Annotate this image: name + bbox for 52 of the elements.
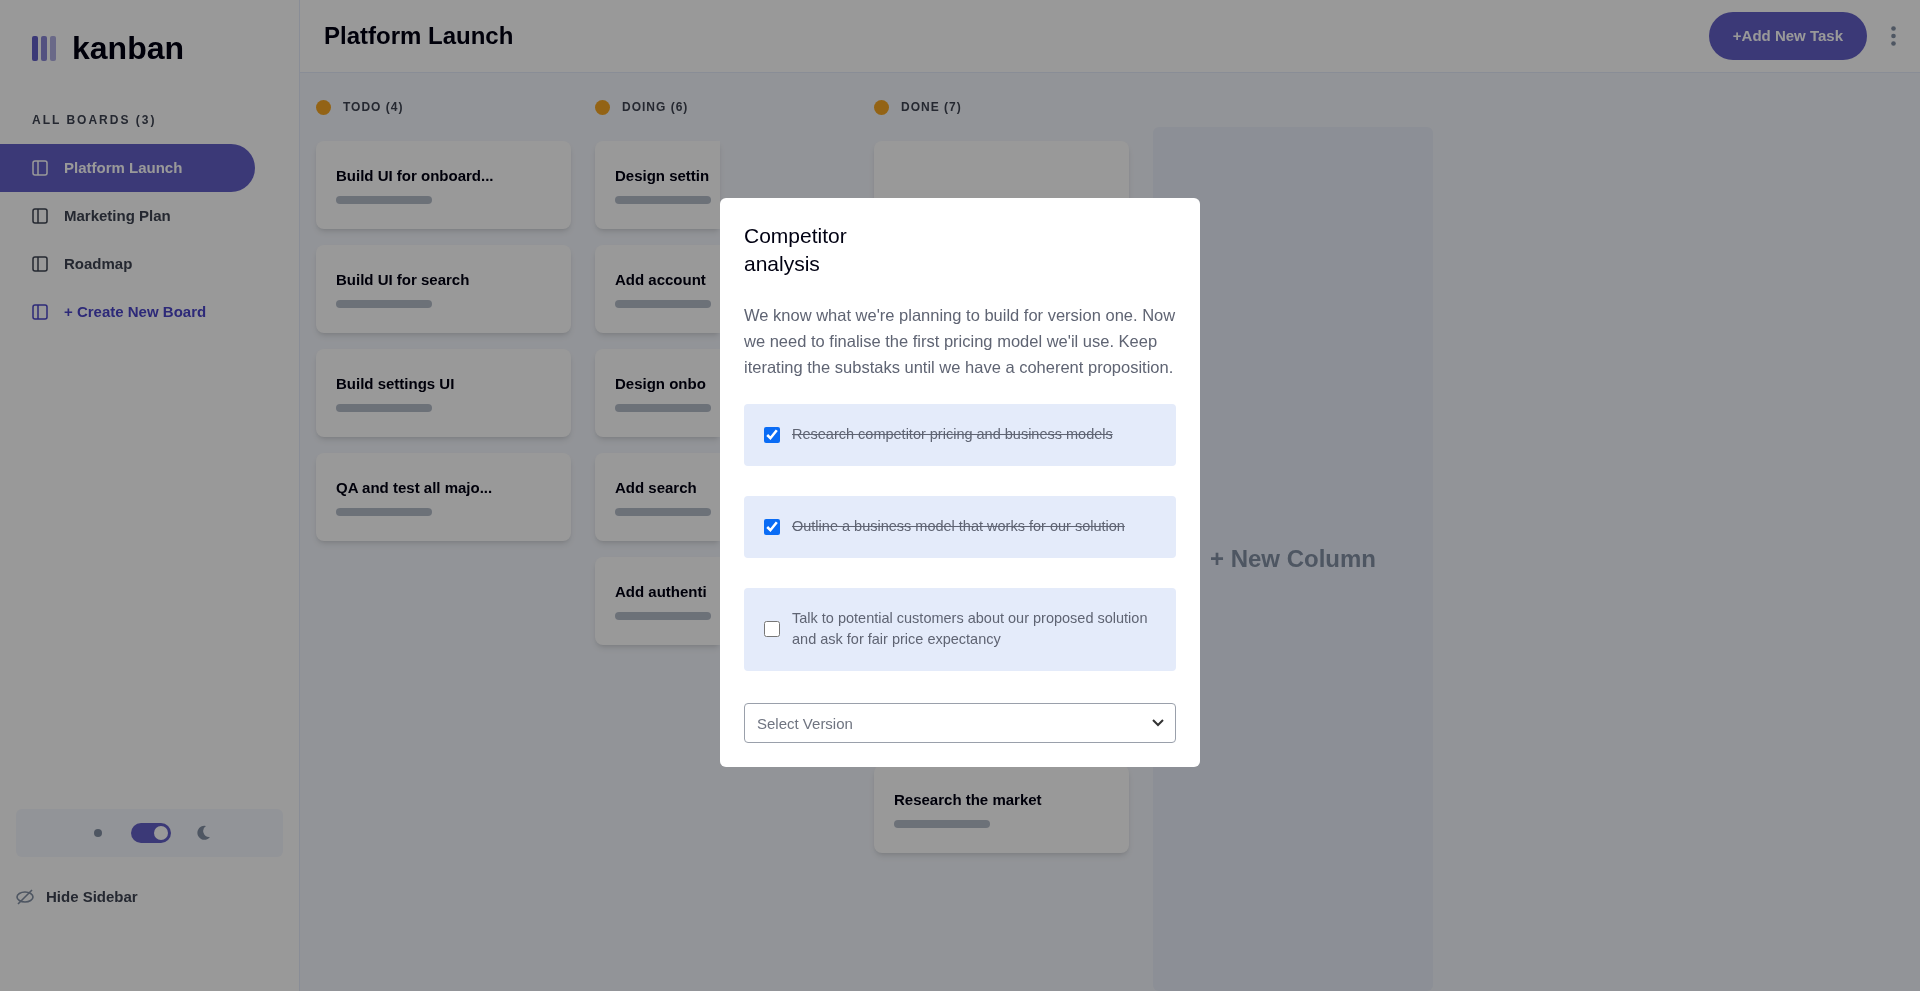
task-card[interactable]: QA and test all majo... <box>316 453 571 541</box>
add-task-button[interactable]: +Add New Task <box>1708 12 1867 60</box>
card-title: Build UI for onboard... <box>336 166 495 186</box>
subtask-checkbox[interactable] <box>764 518 780 535</box>
board-icon <box>32 256 48 272</box>
card-title: Build settings UI <box>336 374 456 394</box>
card-title: Design onbo <box>615 374 707 394</box>
more-options-icon[interactable] <box>1891 26 1896 46</box>
task-card[interactable]: Add search <box>595 453 720 541</box>
dialog-title: Competitor analysis <box>744 223 848 277</box>
status-select[interactable]: Select Version <box>744 703 1176 743</box>
column-heading: DONE (7) <box>901 99 962 115</box>
moon-icon <box>194 825 211 841</box>
task-card[interactable]: Design settin <box>595 141 720 229</box>
hide-sidebar-button[interactable]: Hide Sidebar <box>0 873 299 921</box>
task-card[interactable]: Add account <box>595 245 720 333</box>
board-item[interactable]: Marketing Plan <box>0 192 255 240</box>
task-card[interactable]: Research the market <box>874 765 1129 853</box>
board-item[interactable]: Roadmap <box>0 240 255 288</box>
subtask-label: Research competitor pricing and business models <box>792 425 1113 444</box>
theme-toggle[interactable] <box>130 823 171 843</box>
subtask-item[interactable]: Outline a business model that works for our solution <box>744 495 1176 558</box>
subtask-item[interactable]: Talk to potential customers about our proposed solution and ask for fair price expectancy <box>744 587 1176 671</box>
logo-text: kanban <box>72 29 185 68</box>
task-card[interactable]: Build UI for onboard... <box>316 141 571 229</box>
subtask-item[interactable]: Research competitor pricing and business models <box>744 404 1176 466</box>
task-card[interactable]: Build settings UI <box>316 349 571 437</box>
subtask-label: Talk to potential customers about our proposed solution and ask for fair price expectancy <box>792 608 1149 650</box>
eye-slash-icon <box>16 889 34 905</box>
subtask-checkbox[interactable] <box>764 426 780 443</box>
card-title: QA and test all majo... <box>336 478 494 498</box>
board-icon <box>32 304 48 320</box>
column-heading: DOING (6) <box>622 99 689 115</box>
card-title: Research the market <box>894 790 1043 810</box>
subtask-checkbox[interactable] <box>764 621 780 638</box>
card-title: Add account <box>615 270 707 290</box>
chevron-down-icon <box>1152 719 1164 727</box>
card-title: Design settin <box>615 166 711 186</box>
card-title: Add authenti <box>615 582 708 602</box>
card-title: Build UI for search <box>336 270 471 290</box>
task-card[interactable]: Design onbo <box>595 349 720 437</box>
card-title: Add search <box>615 478 698 498</box>
board-title: Platform Launch <box>324 21 514 51</box>
board-icon <box>32 208 48 224</box>
board-item[interactable]: Platform Launch <box>0 144 255 192</box>
create-board-link[interactable]: + Create New Board <box>0 288 255 336</box>
task-card[interactable]: Add authenti <box>595 557 720 645</box>
task-card[interactable]: Build UI for search <box>316 245 571 333</box>
boards-heading: ALL BOARDS (3) <box>32 112 157 128</box>
subtask-label: Outline a business model that works for our solution <box>792 516 1125 536</box>
board-icon <box>32 160 48 176</box>
column-heading: TODO (4) <box>343 99 404 115</box>
